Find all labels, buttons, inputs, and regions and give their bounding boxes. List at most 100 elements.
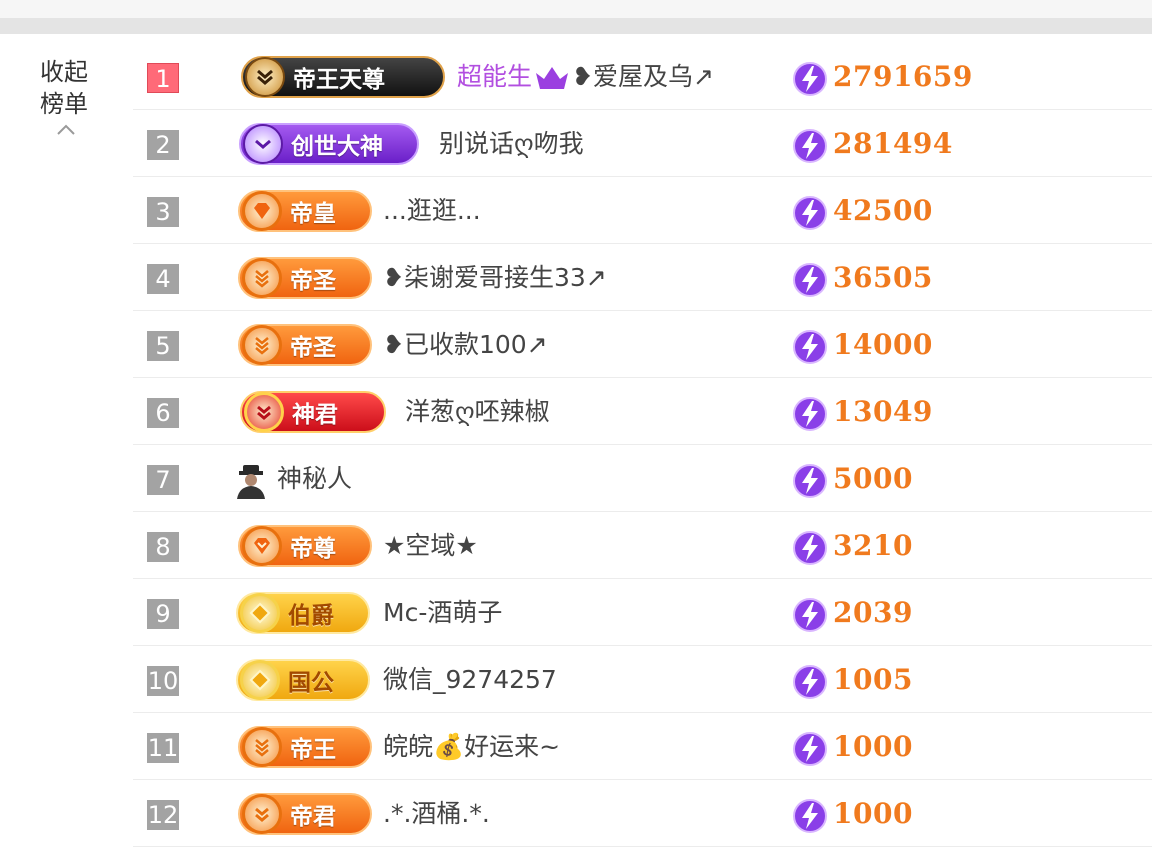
score-value: 1005 xyxy=(833,663,913,696)
collapse-label: 收起榜单 xyxy=(40,58,88,118)
badge-label: 帝王 xyxy=(290,737,336,763)
level-badge: 国公 xyxy=(236,659,370,701)
badge-label: 神君 xyxy=(292,402,338,428)
score-value: 1000 xyxy=(833,797,913,830)
leaderboard-row[interactable]: 8 帝尊 ★空域★ 3210 xyxy=(133,512,1152,579)
badge-label: 帝圣 xyxy=(290,335,336,361)
score-value: 14000 xyxy=(833,328,933,361)
user-name[interactable]: ...逛逛... xyxy=(383,194,481,228)
rank-number: 5 xyxy=(147,331,179,361)
badge-label: 帝圣 xyxy=(290,268,336,294)
double-chevron-emblem-icon xyxy=(244,392,284,432)
badge-label: 帝君 xyxy=(290,804,336,830)
lightning-coin-icon xyxy=(793,598,827,632)
level-badge: 创世大神 xyxy=(239,123,419,165)
leaderboard-row[interactable]: 12 帝君 .*.酒桶.*. 1000 xyxy=(133,780,1152,847)
leaderboard-row[interactable]: 2 创世大神 别说话ღ吻我 281494 xyxy=(133,110,1152,177)
badge-label: 帝王天尊 xyxy=(293,67,385,93)
score-value: 281494 xyxy=(833,127,953,160)
lightning-coin-icon xyxy=(793,665,827,699)
rank-number: 2 xyxy=(147,130,179,160)
leaderboard-row[interactable]: 3 帝皇 ...逛逛... 42500 xyxy=(133,177,1152,244)
score-value: 36505 xyxy=(833,261,933,294)
user-name-text: 超能生 xyxy=(457,62,533,91)
user-name[interactable]: 皖皖💰好运来~ xyxy=(383,730,560,764)
user-name-suffix: ❥爱屋及乌↗ xyxy=(572,62,714,91)
lightning-coin-icon xyxy=(793,799,827,833)
badge-label: 帝尊 xyxy=(290,536,336,562)
level-badge: 帝皇 xyxy=(238,190,372,232)
gem-emblem-icon xyxy=(240,593,280,633)
badge-label: 创世大神 xyxy=(291,134,383,160)
chevron-up-icon xyxy=(57,124,75,135)
level-badge: 帝君 xyxy=(238,793,372,835)
badge-label: 国公 xyxy=(288,670,334,696)
rank-number: 1 xyxy=(147,63,179,93)
crown-icon xyxy=(536,67,569,89)
lightning-coin-icon xyxy=(793,62,827,96)
triple-chevron-emblem-icon xyxy=(242,325,282,365)
anonymous-user-icon xyxy=(237,465,265,499)
diamond-emblem-icon xyxy=(242,191,282,231)
leaderboard-row[interactable]: 6 神君 洋葱ღ呸辣椒 13049 xyxy=(133,378,1152,445)
rank-number: 4 xyxy=(147,264,179,294)
leaderboard-row[interactable]: 11 帝王 皖皖💰好运来~ 1000 xyxy=(133,713,1152,780)
top-band xyxy=(0,18,1152,34)
leaderboard-row[interactable]: 5 帝圣 ❥已收款100↗ 14000 xyxy=(133,311,1152,378)
lightning-coin-icon xyxy=(793,464,827,498)
user-name[interactable]: 微信_9274257 xyxy=(383,663,557,697)
level-badge: 伯爵 xyxy=(236,592,370,634)
rank-number: 12 xyxy=(147,800,179,830)
user-name[interactable]: ★空域★ xyxy=(383,529,478,563)
user-name[interactable]: Mc-酒萌子 xyxy=(383,596,502,630)
user-name[interactable]: 神秘人 xyxy=(277,462,352,496)
double-chevron-emblem-icon xyxy=(242,794,282,834)
lightning-coin-icon xyxy=(793,196,827,230)
score-value: 42500 xyxy=(833,194,933,227)
chevron-emblem-icon xyxy=(245,57,285,97)
level-badge: 帝圣 xyxy=(238,257,372,299)
lightning-coin-icon xyxy=(793,732,827,766)
badge-label: 伯爵 xyxy=(288,603,334,629)
triple-chevron-emblem-icon xyxy=(242,727,282,767)
score-value: 1000 xyxy=(833,730,913,763)
lightning-coin-icon xyxy=(793,263,827,297)
rank-number: 9 xyxy=(147,599,179,629)
level-badge: 帝圣 xyxy=(238,324,372,366)
leaderboard-row[interactable]: 4 帝圣 ❥柒谢爱哥接生33↗ 36505 xyxy=(133,244,1152,311)
level-badge: 帝王天尊 xyxy=(241,56,445,98)
score-value: 2791659 xyxy=(833,60,973,93)
lightning-coin-icon xyxy=(793,129,827,163)
user-name[interactable]: .*.酒桶.*. xyxy=(383,797,490,831)
gem-emblem-icon xyxy=(240,660,280,700)
leaderboard-row[interactable]: 7 神秘人 5000 xyxy=(133,445,1152,512)
rank-number: 11 xyxy=(147,733,179,763)
triple-chevron-emblem-icon xyxy=(242,258,282,298)
rank-number: 6 xyxy=(147,398,179,428)
leaderboard-row[interactable]: 10 国公 微信_9274257 1005 xyxy=(133,646,1152,713)
leaderboard-row[interactable]: 1 帝王天尊 超能生 ❥爱屋及乌↗ 2791659 xyxy=(133,43,1152,110)
leaderboard-row[interactable]: 9 伯爵 Mc-酒萌子 2039 xyxy=(133,579,1152,646)
score-value: 5000 xyxy=(833,462,913,495)
score-value: 2039 xyxy=(833,596,913,629)
user-name[interactable]: 别说话ღ吻我 xyxy=(439,127,584,161)
top-bar xyxy=(0,0,1152,18)
chevron-emblem-icon xyxy=(243,124,283,164)
user-name[interactable]: ❥柒谢爱哥接生33↗ xyxy=(383,261,607,295)
score-value: 3210 xyxy=(833,529,913,562)
rank-number: 7 xyxy=(147,465,179,495)
lightning-coin-icon xyxy=(793,531,827,565)
diamond-emblem-icon xyxy=(242,526,282,566)
user-name[interactable]: ❥已收款100↗ xyxy=(383,328,548,362)
collapse-leaderboard-button[interactable]: 收起榜单 xyxy=(40,56,100,136)
rank-number: 3 xyxy=(147,197,179,227)
user-name[interactable]: 超能生 ❥爱屋及乌↗ xyxy=(457,60,714,94)
level-badge: 帝王 xyxy=(238,726,372,768)
rank-number: 8 xyxy=(147,532,179,562)
score-value: 13049 xyxy=(833,395,933,428)
level-badge: 神君 xyxy=(240,391,386,433)
lightning-coin-icon xyxy=(793,330,827,364)
user-name[interactable]: 洋葱ღ呸辣椒 xyxy=(405,395,550,429)
badge-label: 帝皇 xyxy=(290,201,336,227)
level-badge: 帝尊 xyxy=(238,525,372,567)
